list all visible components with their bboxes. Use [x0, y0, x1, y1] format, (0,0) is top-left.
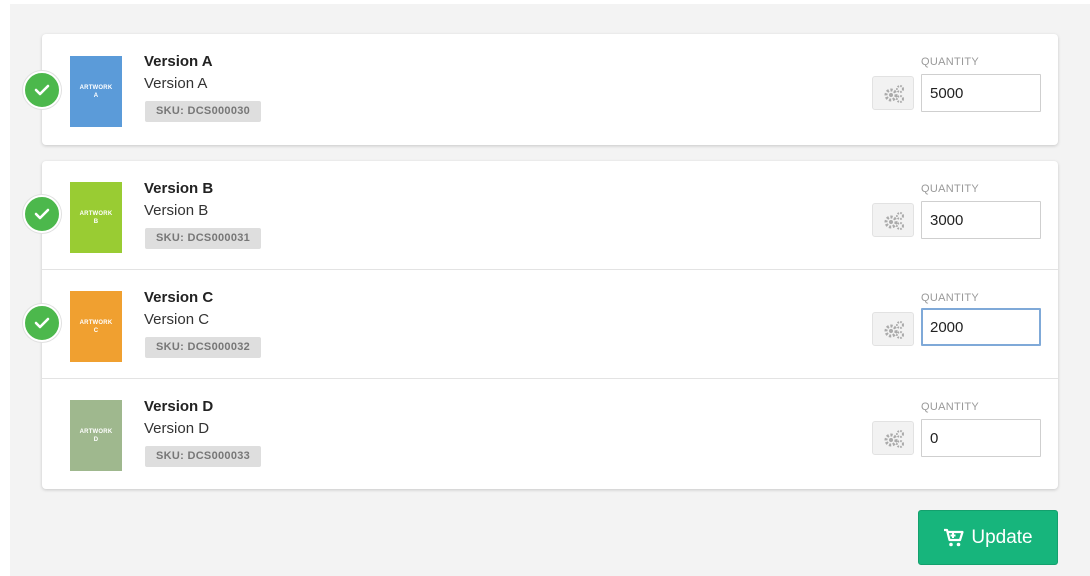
- item-subtitle: Version D: [144, 420, 210, 437]
- cart-icon: [944, 528, 964, 546]
- options-button[interactable]: [872, 76, 914, 110]
- item-title: Version B: [144, 180, 214, 197]
- item-subtitle: Version C: [144, 311, 210, 328]
- item-card: ARTWORK B Version B Version B SKU: DCS00…: [23, 161, 1058, 489]
- quantity-label: QUANTITY: [921, 292, 980, 304]
- options-button[interactable]: [872, 312, 914, 346]
- update-button[interactable]: Update: [918, 510, 1058, 565]
- item-title: Version C: [144, 289, 214, 306]
- thumbnail-label: ARTWORK: [79, 428, 113, 435]
- sku-badge: SKU: DCS000031: [145, 228, 262, 249]
- artwork-thumbnail: ARTWORK B: [70, 182, 122, 253]
- quantity-input[interactable]: [921, 201, 1041, 239]
- thumbnail-label: ARTWORK: [79, 319, 113, 326]
- list-item: ARTWORK C Version C Version C SKU: DCS00…: [23, 269, 1058, 378]
- quantity-label: QUANTITY: [921, 401, 980, 413]
- thumbnail-label: ARTWORK: [79, 84, 113, 91]
- gears-icon: [884, 321, 904, 339]
- checkmark-icon[interactable]: [23, 195, 61, 233]
- list-item: ARTWORK A Version A Version A SKU: DCS00…: [23, 34, 1058, 142]
- quantity-input[interactable]: [921, 308, 1041, 346]
- item-subtitle: Version A: [144, 75, 208, 92]
- item-subtitle: Version B: [144, 202, 209, 219]
- thumbnail-letter: C: [93, 327, 99, 334]
- item-title: Version A: [144, 53, 213, 70]
- gears-icon: [884, 430, 904, 448]
- thumbnail-letter: D: [93, 436, 99, 443]
- quantity-input[interactable]: [921, 74, 1041, 112]
- artwork-thumbnail: ARTWORK D: [70, 400, 122, 471]
- artwork-thumbnail: ARTWORK A: [70, 56, 122, 127]
- list-item: ARTWORK B Version B Version B SKU: DCS00…: [23, 161, 1058, 269]
- quantity-label: QUANTITY: [921, 183, 980, 195]
- options-button[interactable]: [872, 203, 914, 237]
- sku-badge: SKU: DCS000033: [145, 446, 262, 467]
- checkmark-icon[interactable]: [23, 71, 61, 109]
- artwork-thumbnail: ARTWORK C: [70, 291, 122, 362]
- item-title: Version D: [144, 398, 214, 415]
- thumbnail-label: ARTWORK: [79, 210, 113, 217]
- item-card: ARTWORK A Version A Version A SKU: DCS00…: [23, 34, 1058, 145]
- quantity-input[interactable]: [921, 419, 1041, 457]
- gears-icon: [884, 85, 904, 103]
- sku-badge: SKU: DCS000032: [145, 337, 262, 358]
- thumbnail-letter: B: [93, 218, 99, 225]
- checkmark-icon[interactable]: [23, 304, 61, 342]
- gears-icon: [884, 212, 904, 230]
- quantity-label: QUANTITY: [921, 56, 980, 68]
- list-item: ARTWORK D Version D Version D SKU: DCS00…: [42, 378, 1058, 489]
- options-button[interactable]: [872, 421, 914, 455]
- sku-badge: SKU: DCS000030: [145, 101, 262, 122]
- thumbnail-letter: A: [93, 92, 99, 99]
- update-button-label: Update: [971, 526, 1033, 548]
